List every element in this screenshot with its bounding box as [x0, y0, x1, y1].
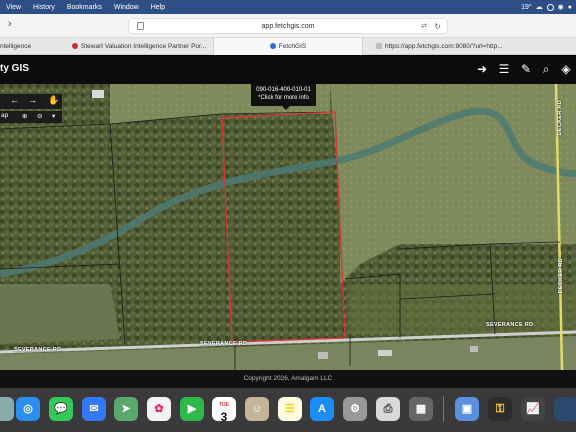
status-area: 19° ☁ ◉ ● [521, 0, 572, 14]
layers-icon[interactable]: ◈ [558, 61, 574, 77]
keychain-icon[interactable]: ⚿ [488, 397, 512, 421]
facetime-icon[interactable]: ▶ [180, 397, 204, 421]
weather-temp[interactable]: 19° [521, 4, 532, 11]
page-icon [137, 22, 144, 30]
road-label-severance: SEVERANCE RD [200, 341, 248, 347]
search-icon[interactable]: ⌕ [538, 61, 554, 77]
road-label-decker: DECKER RD [558, 258, 564, 294]
road-label-decker: DECKER RD [557, 100, 563, 136]
dock: ◎ 💬 ✉ ➤ ✿ ▶ TUE 3 ☺ ☰ A ⚙ ⎙ ▦ ▣ ⚿ 📈 [0, 388, 576, 432]
menu-history[interactable]: History [27, 4, 61, 11]
reload-icon[interactable]: ↻ [434, 19, 441, 34]
parcel-id: 090-016-400-010-01 [256, 87, 311, 93]
map-nav-control: ← → ✋ [0, 94, 62, 109]
open-field-southwest [0, 284, 120, 344]
preview-icon[interactable]: ▣ [455, 397, 479, 421]
messages-icon[interactable]: 💬 [49, 397, 73, 421]
browser-toolbar: › app.fetchgis.com ⇄ ↻ [0, 14, 576, 38]
menu-bookmarks[interactable]: Bookmarks [61, 4, 108, 11]
road-label-severance: SEVERANCE RD [486, 322, 534, 328]
parcel-popup[interactable]: 090-016-400-010-01 *Click for more info [251, 84, 316, 106]
popup-pointer [282, 106, 290, 110]
app-store-icon[interactable]: A [310, 397, 334, 421]
downloads-folder-icon[interactable] [554, 397, 576, 421]
building [92, 90, 104, 98]
translate-icon[interactable]: ⇄ [421, 19, 427, 34]
activity-monitor-icon[interactable]: 📈 [521, 397, 545, 421]
menu-window[interactable]: Window [108, 4, 145, 11]
road-label-severance: SEVERANCE RD [14, 347, 62, 353]
tab-intelligence[interactable]: ntelligence [0, 38, 68, 55]
maps-icon[interactable]: ➤ [114, 397, 138, 421]
calendar-day: 3 [220, 410, 228, 424]
tab-fetchgis-url[interactable]: https://app.fetchgis.com:8080/?url=http.… [376, 38, 572, 55]
parcel-hint[interactable]: *Click for more info [251, 94, 316, 102]
address-bar[interactable]: app.fetchgis.com ⇄ ↻ [128, 18, 448, 34]
calculator-icon[interactable]: ▦ [409, 397, 433, 421]
tab-label: https://app.fetchgis.com:8080/?url=http.… [385, 43, 503, 50]
wifi-icon[interactable]: ◉ [558, 3, 564, 11]
menu-bar: View History Bookmarks Window Help 19° ☁… [0, 0, 576, 14]
dock-separator [443, 396, 444, 422]
copyright-text: Copyright 2026, Amalgam LLC [243, 375, 333, 382]
building [378, 350, 392, 356]
tab-stewart[interactable]: Stewart Valuation Intelligence Partner P… [72, 38, 210, 55]
building [318, 352, 328, 359]
back-chevron-icon[interactable]: › [8, 18, 12, 30]
gis-header: ty GIS ➜ ☰ ✎ ⌕ ◈ [0, 56, 576, 84]
mail-icon[interactable]: ✉ [82, 397, 106, 421]
zoom-in-icon[interactable]: ⊕ [22, 112, 27, 120]
control-center-icon[interactable] [546, 3, 554, 11]
zoom-out-icon[interactable]: ⊖ [37, 112, 42, 120]
siri-icon[interactable]: ● [568, 4, 572, 11]
map-zoom-control: ap ⊕ ⊖ ▾ [0, 111, 62, 123]
address-text: app.fetchgis.com [261, 23, 315, 30]
dropdown-icon[interactable]: ▾ [52, 112, 55, 120]
menu-help[interactable]: Help [145, 4, 171, 11]
wrench-icon[interactable]: ✎ [518, 61, 534, 77]
tab-label: Stewart Valuation Intelligence Partner P… [81, 43, 207, 50]
system-settings-icon[interactable]: ⚙ [343, 397, 367, 421]
printer-icon[interactable]: ⎙ [376, 397, 400, 421]
field-southeast [350, 284, 576, 334]
safari-icon[interactable]: ◎ [16, 397, 40, 421]
forward-arrow-icon[interactable]: → [28, 95, 37, 105]
page-favicon-icon [376, 43, 382, 49]
copyright-bar: Copyright 2026, Amalgam LLC [0, 370, 576, 388]
zoom-label: ap [1, 112, 9, 119]
login-icon[interactable]: ➜ [474, 61, 490, 77]
contacts-icon[interactable]: ☺ [245, 397, 269, 421]
tab-bar: ntelligence Stewart Valuation Intelligen… [0, 38, 576, 55]
building [470, 346, 478, 352]
calendar-icon[interactable]: TUE 3 [212, 397, 236, 424]
tab-fetchgis[interactable]: FetchGIS [213, 38, 363, 55]
finder-icon[interactable] [0, 397, 14, 421]
screen: View History Bookmarks Window Help 19° ☁… [0, 0, 576, 432]
notes-icon[interactable]: ☰ [278, 397, 302, 421]
photos-icon[interactable]: ✿ [147, 397, 171, 421]
tab-label: ntelligence [0, 43, 32, 50]
stewart-favicon-icon [72, 43, 78, 49]
gis-title: ty GIS [0, 63, 29, 74]
fetchgis-favicon-icon [269, 43, 276, 49]
cloud-icon[interactable]: ☁ [536, 3, 543, 11]
filter-sliders-icon[interactable]: ☰ [496, 61, 512, 77]
tab-label: FetchGIS [278, 43, 307, 50]
menu-view[interactable]: View [0, 4, 27, 11]
pan-hand-icon[interactable]: ✋ [48, 95, 59, 106]
back-arrow-icon[interactable]: ← [10, 95, 19, 105]
